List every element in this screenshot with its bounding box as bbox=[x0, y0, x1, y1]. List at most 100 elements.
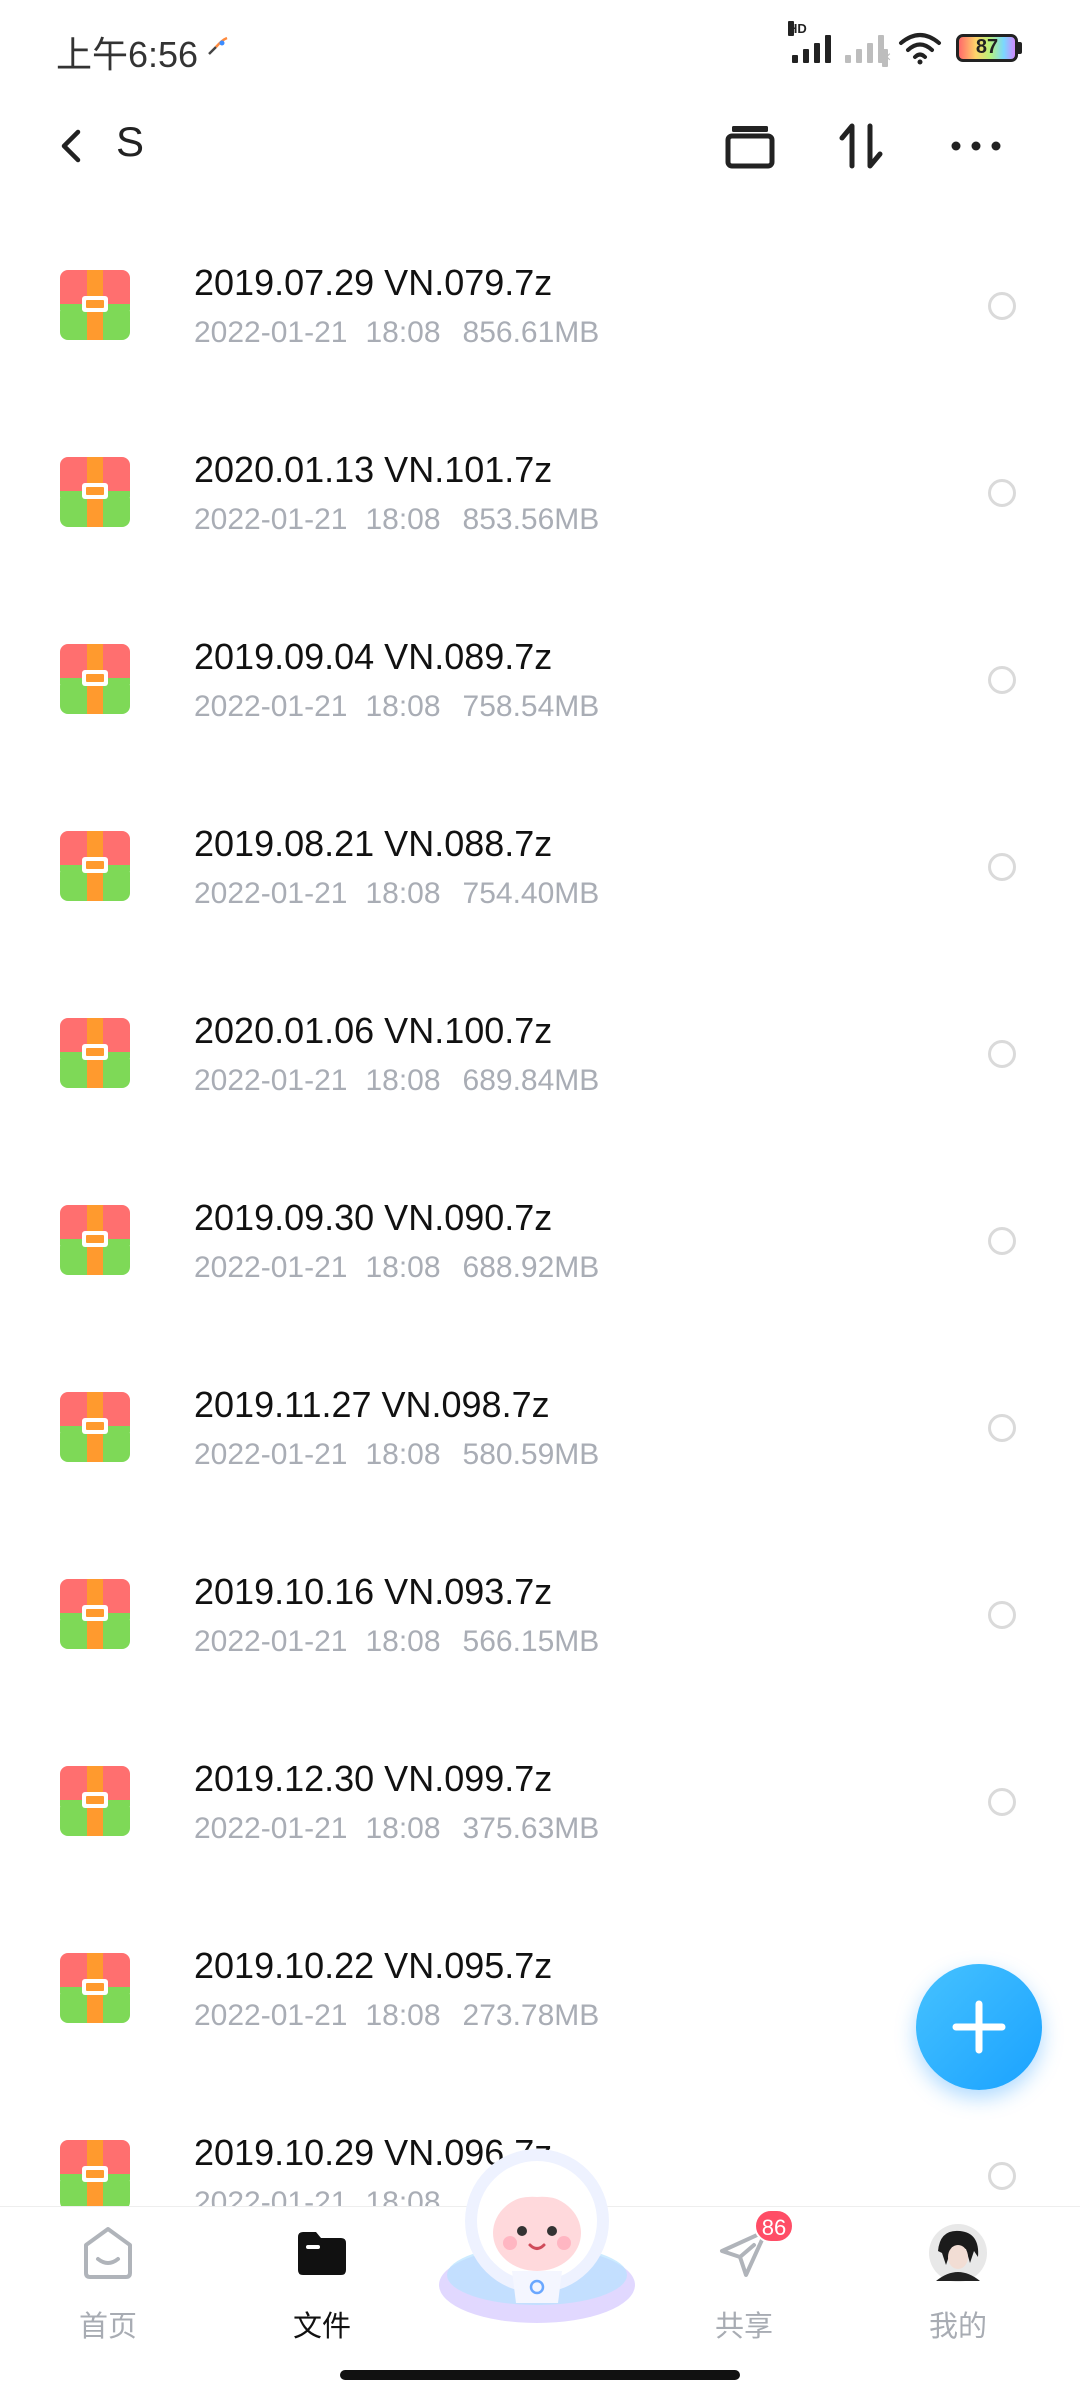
zip-archive-icon bbox=[60, 1392, 130, 1462]
status-time: 上午6:56 bbox=[56, 34, 199, 75]
nav-files-label: 文件 bbox=[292, 2311, 351, 2343]
file-meta: 2022-01-21 18:08 566.15MB bbox=[194, 1625, 599, 1659]
nav-home[interactable]: 首页 bbox=[28, 2207, 188, 2357]
zip-archive-icon bbox=[60, 1766, 130, 1836]
file-time: 18:08 bbox=[365, 316, 441, 349]
file-time: 18:08 bbox=[365, 1999, 441, 2032]
file-name: 2019.08.21 VN.088.7z bbox=[194, 823, 553, 864]
file-time: 18:08 bbox=[365, 1251, 441, 1284]
file-date: 2022-01-21 bbox=[194, 1999, 348, 2032]
signal-2-icon: × bbox=[845, 33, 891, 67]
file-row[interactable]: 2019.07.29 VN.079.7z 2022-01-21 18:08 856.… bbox=[0, 208, 1080, 395]
select-checkbox[interactable] bbox=[988, 2162, 1016, 2190]
file-list: 2019.07.29 VN.079.7z 2022-01-21 18:08 856.… bbox=[0, 208, 1080, 2206]
file-row[interactable]: 2019.09.04 VN.089.7z 2022-01-21 18:08 758.… bbox=[0, 582, 1080, 769]
file-meta: 2022-01-21 18:08 bbox=[194, 2186, 463, 2206]
file-name: 2019.10.22 VN.095.7z bbox=[194, 1945, 553, 1986]
add-button[interactable] bbox=[916, 1964, 1042, 2090]
file-date: 2022-01-21 bbox=[194, 1625, 348, 1658]
file-time: 18:08 bbox=[365, 503, 441, 536]
battery-icon: 87 bbox=[956, 34, 1018, 62]
select-checkbox[interactable] bbox=[988, 666, 1016, 694]
file-size: 856.61MB bbox=[462, 316, 600, 349]
file-name: 2019.07.29 VN.079.7z bbox=[194, 262, 553, 303]
file-date: 2022-01-21 bbox=[194, 503, 348, 536]
nav-share[interactable]: 86 共享 bbox=[664, 2207, 824, 2357]
file-size: 273.78MB bbox=[462, 1999, 600, 2032]
file-row[interactable]: 2019.08.21 VN.088.7z 2022-01-21 18:08 754.… bbox=[0, 769, 1080, 956]
nav-me-label: 我的 bbox=[928, 2311, 987, 2343]
zip-archive-icon bbox=[60, 2140, 130, 2206]
file-date: 2022-01-21 bbox=[194, 1064, 348, 1097]
select-checkbox[interactable] bbox=[988, 1040, 1016, 1068]
file-size: 580.59MB bbox=[462, 1438, 600, 1471]
file-meta: 2022-01-21 18:08 856.61MB bbox=[194, 316, 599, 350]
file-date: 2022-01-21 bbox=[194, 316, 348, 349]
zip-archive-icon bbox=[60, 1579, 130, 1649]
zip-archive-icon bbox=[60, 270, 130, 340]
zip-archive-icon bbox=[60, 831, 130, 901]
file-time: 18:08 bbox=[365, 1625, 441, 1658]
file-meta: 2022-01-21 18:08 375.63MB bbox=[194, 1812, 599, 1846]
file-meta: 2022-01-21 18:08 754.40MB bbox=[194, 877, 599, 911]
file-name: 2019.12.30 VN.099.7z bbox=[194, 1758, 553, 1799]
file-name: 2019.10.16 VN.093.7z bbox=[194, 1571, 553, 1612]
file-date: 2022-01-21 bbox=[194, 690, 348, 723]
file-size: 375.63MB bbox=[462, 1812, 600, 1845]
status-icons: HD × 87 bbox=[788, 21, 1022, 68]
page-title: S bbox=[116, 118, 145, 165]
file-size: 566.15MB bbox=[462, 1625, 600, 1658]
battery-cap bbox=[1018, 42, 1022, 54]
file-time: 18:08 bbox=[365, 877, 441, 910]
file-name: 2020.01.13 VN.101.7z bbox=[194, 449, 553, 490]
file-date: 2022-01-21 bbox=[194, 1251, 348, 1284]
file-size: 758.54MB bbox=[462, 690, 600, 723]
mascot-avatar-icon[interactable] bbox=[432, 2135, 642, 2325]
nav-me[interactable]: 我的 bbox=[878, 2207, 1038, 2357]
zip-archive-icon bbox=[60, 644, 130, 714]
nav-files[interactable]: 文件 bbox=[242, 2207, 402, 2357]
screen-cast-icon bbox=[208, 36, 228, 55]
file-row[interactable]: 2020.01.06 VN.100.7z 2022-01-21 18:08 689.… bbox=[0, 956, 1080, 1143]
file-time: 18:08 bbox=[365, 690, 441, 723]
user-avatar-icon bbox=[929, 2224, 987, 2282]
file-time: 18:08 bbox=[365, 1064, 441, 1097]
back-arrow-icon[interactable] bbox=[44, 118, 100, 174]
zip-archive-icon bbox=[60, 457, 130, 527]
home-indicator[interactable] bbox=[340, 2370, 740, 2380]
select-checkbox[interactable] bbox=[988, 292, 1016, 320]
file-name: 2019.11.27 VN.098.7z bbox=[194, 1384, 550, 1425]
file-row[interactable]: 2020.01.13 VN.101.7z 2022-01-21 18:08 853.… bbox=[0, 395, 1080, 582]
file-time: 18:08 bbox=[365, 1438, 441, 1471]
file-meta: 2022-01-21 18:08 689.84MB bbox=[194, 1064, 599, 1098]
battery-level: 87 bbox=[975, 36, 999, 58]
file-meta: 2022-01-21 18:08 758.54MB bbox=[194, 690, 599, 724]
signal-icon: HD bbox=[788, 21, 831, 63]
select-checkbox[interactable] bbox=[988, 479, 1016, 507]
status-bar: 上午6:56 HD × 87 bbox=[0, 0, 1080, 96]
file-meta: 2022-01-21 18:08 853.56MB bbox=[194, 503, 599, 537]
nav-home-label: 首页 bbox=[78, 2311, 137, 2343]
file-size: 688.92MB bbox=[462, 1251, 600, 1284]
file-date: 2022-01-21 bbox=[194, 1812, 348, 1845]
select-checkbox[interactable] bbox=[988, 1788, 1016, 1816]
select-checkbox[interactable] bbox=[988, 1414, 1016, 1442]
file-meta: 2022-01-21 18:08 688.92MB bbox=[194, 1251, 599, 1285]
share-count-badge: 86 bbox=[754, 2209, 794, 2243]
archive-box-icon[interactable] bbox=[720, 116, 780, 176]
sort-icon[interactable] bbox=[832, 116, 892, 176]
file-time: 18:08 bbox=[365, 2186, 441, 2206]
file-meta: 2022-01-21 18:08 580.59MB bbox=[194, 1438, 599, 1472]
file-row[interactable]: 2019.11.27 VN.098.7z 2022-01-21 18:08 580.… bbox=[0, 1330, 1080, 1517]
select-checkbox[interactable] bbox=[988, 1601, 1016, 1629]
file-name: 2019.09.04 VN.089.7z bbox=[194, 636, 553, 677]
select-checkbox[interactable] bbox=[988, 1227, 1016, 1255]
zip-archive-icon bbox=[60, 1953, 130, 2023]
select-checkbox[interactable] bbox=[988, 853, 1016, 881]
file-row[interactable]: 2019.12.30 VN.099.7z 2022-01-21 18:08 375.… bbox=[0, 1704, 1080, 1891]
file-name: 2020.01.06 VN.100.7z bbox=[194, 1010, 553, 1051]
file-row[interactable]: 2019.10.16 VN.093.7z 2022-01-21 18:08 566.… bbox=[0, 1517, 1080, 1704]
file-date: 2022-01-21 bbox=[194, 1438, 348, 1471]
file-row[interactable]: 2019.09.30 VN.090.7z 2022-01-21 18:08 688.… bbox=[0, 1143, 1080, 1330]
more-options-icon[interactable] bbox=[946, 116, 1006, 176]
